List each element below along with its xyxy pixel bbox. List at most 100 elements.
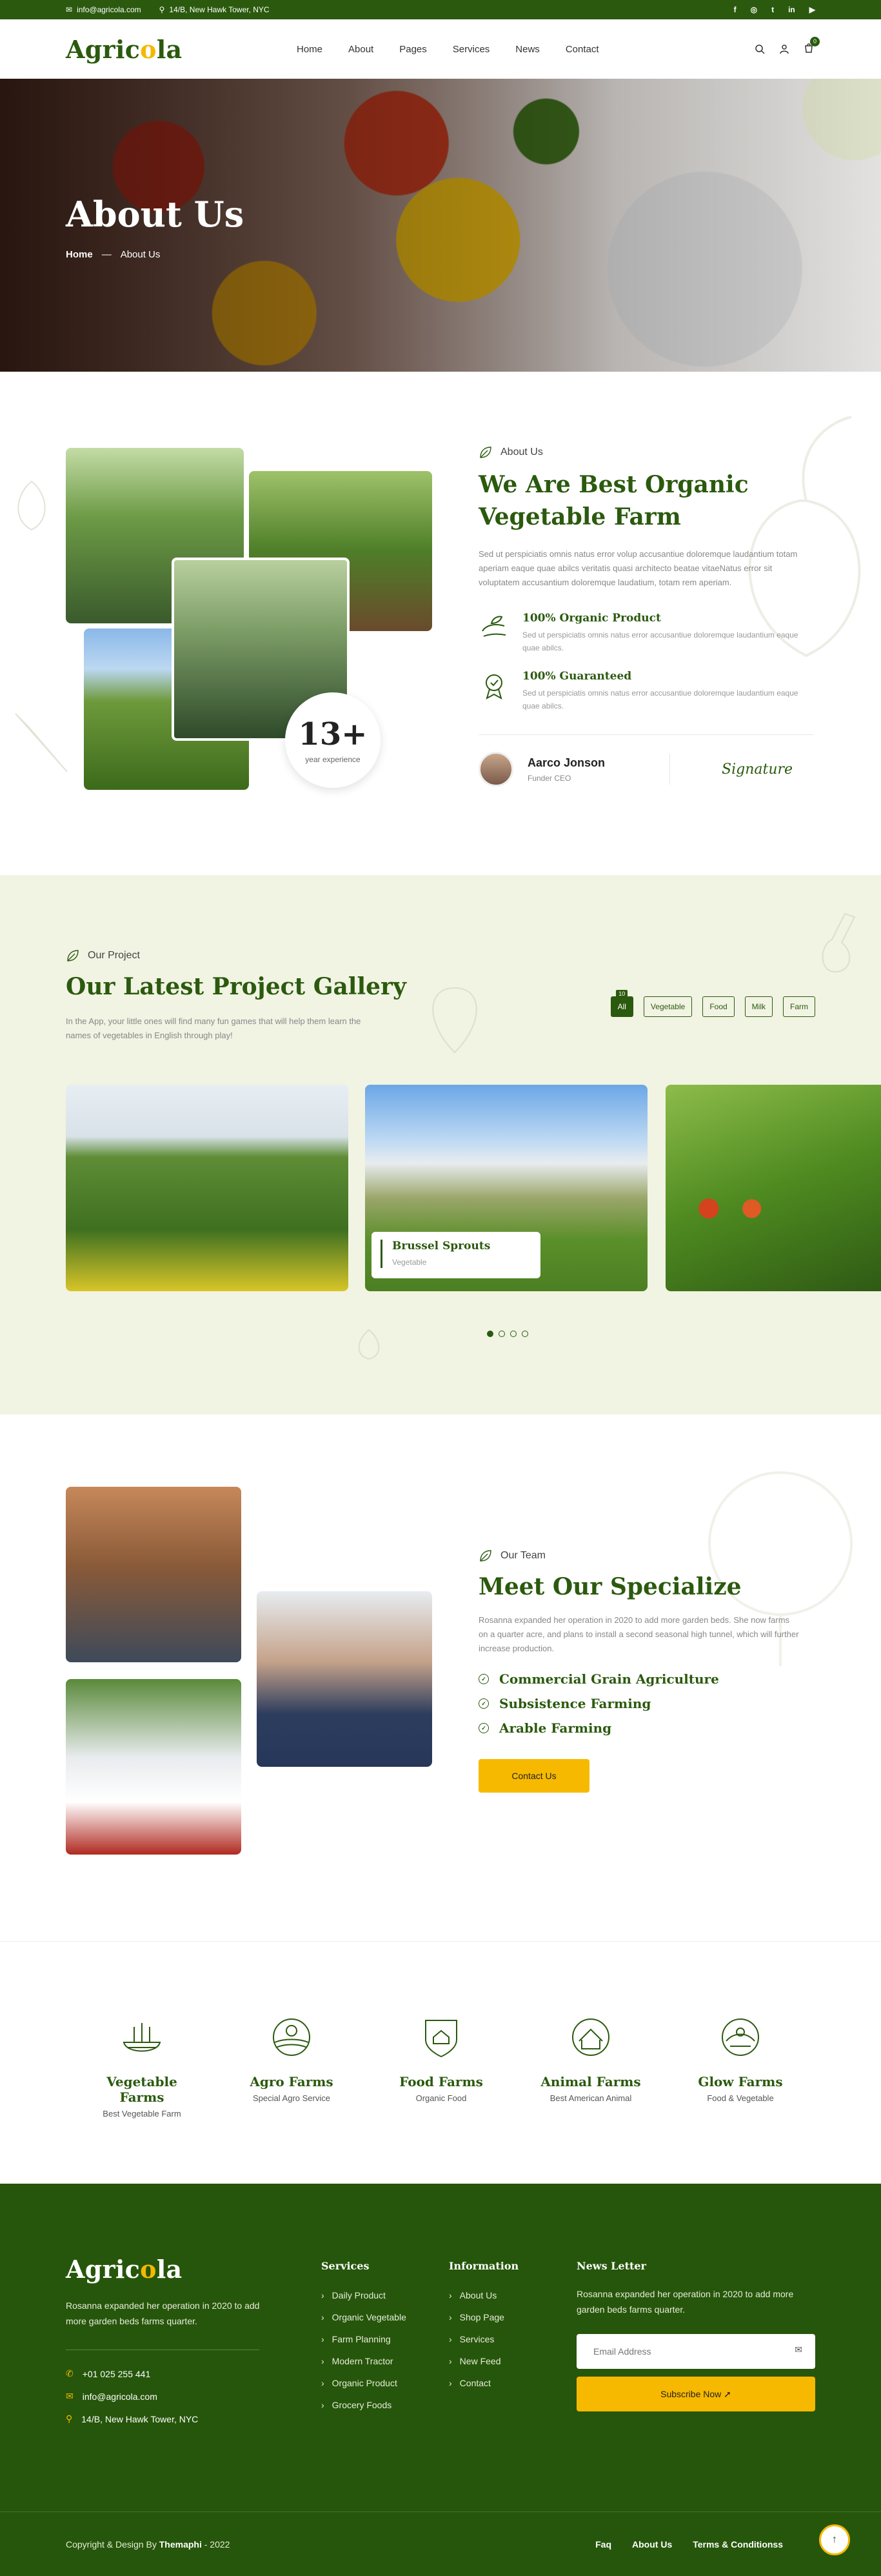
nav-news[interactable]: News [515, 44, 540, 55]
footer-link[interactable]: › Shop Page [449, 2312, 519, 2322]
filter-vegetable[interactable]: Vegetable [643, 996, 693, 1017]
project-subtitle: Our Project [66, 949, 427, 963]
send-icon: ➚ [724, 2388, 731, 2399]
nav-pages[interactable]: Pages [399, 44, 427, 55]
mail-icon: ✉ [66, 5, 73, 14]
divider [479, 734, 814, 735]
nav-services[interactable]: Services [453, 44, 490, 55]
project-card-brussel-sprouts[interactable]: Brussel Sprouts Vegetable [365, 1085, 648, 1291]
filter-all[interactable]: 10 All [610, 990, 633, 1017]
footer-link-about[interactable]: About Us [632, 2539, 672, 2550]
carousel-dot-2[interactable] [499, 1331, 505, 1337]
team-image-farmer-hat [66, 1487, 241, 1662]
newsletter-email-input[interactable] [577, 2334, 815, 2369]
social-links: f ◎ t in ▶ [734, 5, 815, 14]
cart-button[interactable]: 0 [804, 36, 820, 56]
chevron-right-icon: › [321, 2356, 324, 2366]
carousel-dot-4[interactable] [522, 1331, 528, 1337]
footer-link[interactable]: › Contact [449, 2378, 519, 2388]
nav-home[interactable]: Home [297, 44, 322, 55]
project-caption-category: Vegetable [392, 1258, 427, 1267]
mail-icon: ✉ [66, 2391, 74, 2401]
service-vegetable-farms[interactable]: Vegetable Farms Best Vegetable Farm [90, 2014, 193, 2118]
nav-about[interactable]: About [348, 44, 373, 55]
service-glow-farms[interactable]: Glow Farms Food & Vegetable [689, 2014, 792, 2103]
experience-badge: 13+ year experience [285, 692, 381, 788]
footer-link[interactable]: › About Us [449, 2290, 519, 2300]
footer-contact: ✆ +01 025 255 441 ✉ info@agricola.com ⚲ 14/… [66, 2368, 272, 2424]
page-hero: About Us Home — About Us [0, 79, 881, 372]
footer-link[interactable]: › Organic Vegetable [321, 2312, 406, 2322]
filter-milk[interactable]: Milk [744, 996, 773, 1017]
leaf-icon [67, 950, 79, 961]
location-icon: ⚲ [159, 5, 165, 14]
footer-link-faq[interactable]: Faq [595, 2539, 611, 2550]
copyright: Copyright & Design By Themaphi - 2022 [66, 2539, 230, 2550]
organic-product-icon [482, 616, 506, 637]
footer-email[interactable]: ✉ info@agricola.com [66, 2391, 272, 2402]
user-icon[interactable] [779, 44, 789, 54]
search-icon[interactable] [755, 44, 765, 54]
topbar-email[interactable]: ✉ info@agricola.com [66, 5, 141, 14]
footer-information: Information › About Us › Shop Page › Servic… [449, 2260, 519, 2388]
ceo-avatar [479, 752, 513, 787]
about-subtitle: About Us [479, 445, 814, 459]
carousel-dot-3[interactable] [510, 1331, 517, 1337]
project-card-tomatoes[interactable] [666, 1085, 881, 1291]
guarantee-badge-icon [486, 674, 502, 700]
chevron-right-icon: › [321, 2334, 324, 2344]
subscribe-button[interactable]: Subscribe Now ➚ [577, 2377, 815, 2411]
phone-icon: ✆ [66, 2368, 74, 2379]
logo[interactable]: Agricola [66, 35, 182, 64]
service-agro-farms[interactable]: Agro Farms Special Agro Service [240, 2014, 343, 2103]
ceo-block: Aarco Jonson Funder CEO [479, 752, 605, 787]
team-specialities: ✓ Commercial Grain Agriculture ✓ Subsisten… [479, 1671, 814, 1736]
garlic-outline-decoration [17, 480, 46, 531]
footer-link[interactable]: › Organic Product [321, 2378, 406, 2388]
footer-link[interactable]: › Farm Planning [321, 2334, 406, 2344]
linkedin-icon[interactable]: in [788, 5, 795, 14]
youtube-icon[interactable]: ▶ [809, 5, 815, 14]
twitter-icon[interactable]: t [771, 5, 774, 14]
feature-organic: 100% Organic Product Sed ut perspiciatis… [479, 612, 814, 654]
facebook-icon[interactable]: f [734, 5, 737, 14]
team-text: Rosanna expanded her operation in 2020 t… [479, 1615, 799, 1653]
filter-farm[interactable]: Farm [783, 996, 815, 1017]
speciality-item: ✓ Arable Farming [479, 1720, 814, 1736]
filter-food[interactable]: Food [702, 996, 735, 1017]
carousel-dot-1[interactable] [487, 1331, 493, 1337]
footer-link[interactable]: › New Feed [449, 2356, 519, 2366]
vegetable-farm-icon [123, 2023, 161, 2052]
site-footer: Agricola Rosanna expanded her operation … [0, 2184, 881, 2576]
topbar-address: ⚲ 14/B, New Hawk Tower, NYC [159, 5, 270, 14]
team-title: Meet Our Specialize [479, 1573, 742, 1600]
team-section: Our Team Meet Our Specialize Rosanna exp… [0, 1414, 881, 1941]
footer-services: Services › Daily Product › Organic Vegetab… [321, 2260, 406, 2410]
project-card-harvest[interactable] [66, 1085, 348, 1291]
filter-count-badge: 10 [616, 990, 628, 998]
ceo-role: Funder CEO [528, 773, 571, 783]
services-section: Vegetable Farms Best Vegetable Farm Agro… [0, 1941, 881, 2184]
speciality-item: ✓ Commercial Grain Agriculture [479, 1671, 814, 1687]
footer-link-terms[interactable]: Terms & Conditionss [693, 2539, 783, 2550]
footer-phone[interactable]: ✆ +01 025 255 441 [66, 2368, 272, 2379]
speciality-item: ✓ Subsistence Farming [479, 1696, 814, 1711]
service-food-farms[interactable]: Food Farms Organic Food [390, 2014, 493, 2103]
location-icon: ⚲ [66, 2413, 73, 2424]
mail-icon: ✉ [795, 2344, 802, 2355]
instagram-icon[interactable]: ◎ [751, 5, 757, 14]
footer-link[interactable]: › Services [449, 2334, 519, 2344]
contact-us-button[interactable]: Contact Us [479, 1759, 589, 1793]
check-icon: ✓ [479, 1698, 489, 1709]
footer-link[interactable]: › Daily Product [321, 2290, 406, 2300]
service-animal-farms[interactable]: Animal Farms Best American Animal [539, 2014, 642, 2103]
nav-contact[interactable]: Contact [566, 44, 599, 55]
scroll-to-top-button[interactable]: ↑ [819, 2524, 850, 2555]
footer-bottom-links: Faq About Us Terms & Conditionss [595, 2539, 783, 2550]
footer-link[interactable]: › Grocery Foods [321, 2400, 406, 2410]
footer-link[interactable]: › Modern Tractor [321, 2356, 406, 2366]
breadcrumb-home[interactable]: Home [66, 249, 93, 260]
chevron-right-icon: › [321, 2378, 324, 2388]
project-caption: Brussel Sprouts Vegetable [371, 1232, 540, 1278]
footer-logo[interactable]: Agricola [66, 2255, 272, 2284]
